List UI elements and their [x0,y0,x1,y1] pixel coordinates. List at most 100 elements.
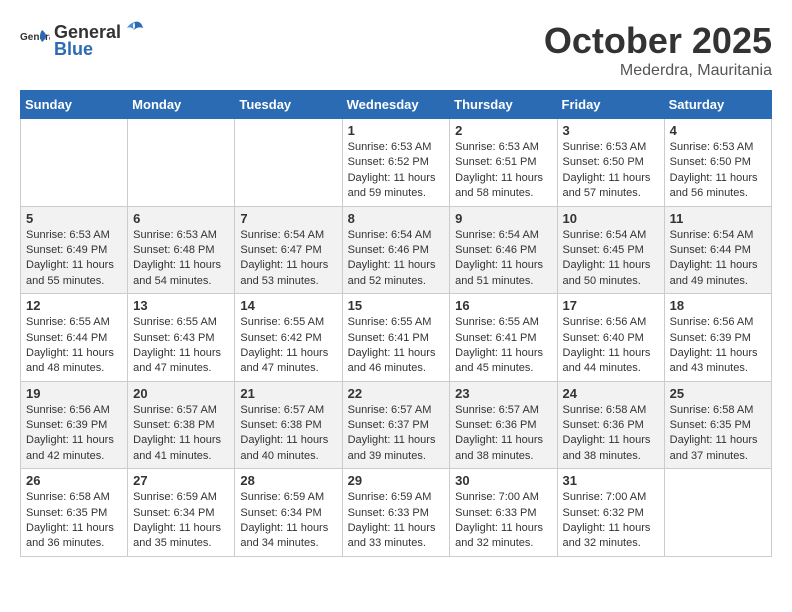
day-info: Sunrise: 6:53 AM Sunset: 6:48 PM Dayligh… [133,228,229,290]
day-info: Sunrise: 6:59 AM Sunset: 6:33 PM Dayligh… [348,490,445,552]
day-info: Sunrise: 6:53 AM Sunset: 6:49 PM Dayligh… [26,228,122,290]
day-info: Sunrise: 6:56 AM Sunset: 6:40 PM Dayligh… [563,315,659,377]
day-number: 3 [563,123,659,138]
weekday-header-monday: Monday [128,91,235,119]
day-number: 9 [455,211,551,226]
calendar-week-row: 5 Sunrise: 6:53 AM Sunset: 6:49 PM Daylig… [21,206,772,294]
day-number: 11 [670,211,766,226]
calendar-cell: 15Sunrise: 6:55 AM Sunset: 6:41 PM Dayli… [342,294,450,382]
day-number: 8 [348,211,445,226]
calendar-cell: 7 Sunrise: 6:54 AM Sunset: 6:47 PM Daylig… [235,206,342,294]
calendar-cell: 8 Sunrise: 6:54 AM Sunset: 6:46 PM Daylig… [342,206,450,294]
day-number: 12 [26,298,122,313]
title-block: October 2025 Mederdra, Mauritania [544,20,772,80]
calendar-cell: 25 Sunrise: 6:58 AM Sunset: 6:35 PM Dayli… [664,381,771,469]
calendar-cell: 4Sunrise: 6:53 AM Sunset: 6:50 PM Daylig… [664,119,771,207]
calendar-cell: 16 Sunrise: 6:55 AM Sunset: 6:41 PM Dayli… [450,294,557,382]
calendar-cell: 23 Sunrise: 6:57 AM Sunset: 6:36 PM Dayli… [450,381,557,469]
logo-icon: General [20,28,50,52]
day-info: Sunrise: 6:58 AM Sunset: 6:35 PM Dayligh… [670,403,766,465]
calendar-cell: 18Sunrise: 6:56 AM Sunset: 6:39 PM Dayli… [664,294,771,382]
calendar-cell: 30Sunrise: 7:00 AM Sunset: 6:33 PM Dayli… [450,469,557,557]
day-number: 1 [348,123,445,138]
weekday-header-sunday: Sunday [21,91,128,119]
calendar-cell: 14Sunrise: 6:55 AM Sunset: 6:42 PM Dayli… [235,294,342,382]
day-info: Sunrise: 6:54 AM Sunset: 6:46 PM Dayligh… [348,228,445,290]
calendar-cell: 31Sunrise: 7:00 AM Sunset: 6:32 PM Dayli… [557,469,664,557]
weekday-header-thursday: Thursday [450,91,557,119]
day-info: Sunrise: 6:59 AM Sunset: 6:34 PM Dayligh… [240,490,336,552]
day-number: 29 [348,473,445,488]
day-number: 26 [26,473,122,488]
day-info: Sunrise: 6:54 AM Sunset: 6:45 PM Dayligh… [563,228,659,290]
day-info: Sunrise: 6:57 AM Sunset: 6:37 PM Dayligh… [348,403,445,465]
day-info: Sunrise: 6:56 AM Sunset: 6:39 PM Dayligh… [26,403,122,465]
calendar-cell: 5 Sunrise: 6:53 AM Sunset: 6:49 PM Daylig… [21,206,128,294]
calendar-cell: 3 Sunrise: 6:53 AM Sunset: 6:50 PM Daylig… [557,119,664,207]
calendar-header-row: SundayMondayTuesdayWednesdayThursdayFrid… [21,91,772,119]
calendar-cell: 27Sunrise: 6:59 AM Sunset: 6:34 PM Dayli… [128,469,235,557]
calendar-week-row: 1 Sunrise: 6:53 AM Sunset: 6:52 PM Daylig… [21,119,772,207]
weekday-header-wednesday: Wednesday [342,91,450,119]
day-number: 25 [670,386,766,401]
calendar-cell: 22Sunrise: 6:57 AM Sunset: 6:37 PM Dayli… [342,381,450,469]
day-info: Sunrise: 6:54 AM Sunset: 6:46 PM Dayligh… [455,228,551,290]
calendar-cell: 28 Sunrise: 6:59 AM Sunset: 6:34 PM Dayli… [235,469,342,557]
page-header: General General Blue October 2025 Mederd… [20,20,772,80]
day-info: Sunrise: 6:57 AM Sunset: 6:36 PM Dayligh… [455,403,551,465]
day-number: 24 [563,386,659,401]
calendar-cell [664,469,771,557]
day-info: Sunrise: 7:00 AM Sunset: 6:33 PM Dayligh… [455,490,551,552]
calendar-cell: 21 Sunrise: 6:57 AM Sunset: 6:38 PM Dayli… [235,381,342,469]
day-info: Sunrise: 6:56 AM Sunset: 6:39 PM Dayligh… [670,315,766,377]
day-info: Sunrise: 6:57 AM Sunset: 6:38 PM Dayligh… [240,403,336,465]
day-number: 5 [26,211,122,226]
day-info: Sunrise: 6:55 AM Sunset: 6:41 PM Dayligh… [455,315,551,377]
day-number: 14 [240,298,336,313]
day-info: Sunrise: 6:57 AM Sunset: 6:38 PM Dayligh… [133,403,229,465]
day-number: 2 [455,123,551,138]
calendar-cell: 9 Sunrise: 6:54 AM Sunset: 6:46 PM Daylig… [450,206,557,294]
day-info: Sunrise: 6:53 AM Sunset: 6:50 PM Dayligh… [670,140,766,202]
day-info: Sunrise: 6:58 AM Sunset: 6:36 PM Dayligh… [563,403,659,465]
calendar-table: SundayMondayTuesdayWednesdayThursdayFrid… [20,90,772,557]
calendar-cell: 12 Sunrise: 6:55 AM Sunset: 6:44 PM Dayli… [21,294,128,382]
day-number: 13 [133,298,229,313]
day-info: Sunrise: 7:00 AM Sunset: 6:32 PM Dayligh… [563,490,659,552]
calendar-week-row: 12 Sunrise: 6:55 AM Sunset: 6:44 PM Dayli… [21,294,772,382]
day-info: Sunrise: 6:53 AM Sunset: 6:50 PM Dayligh… [563,140,659,202]
day-number: 16 [455,298,551,313]
day-info: Sunrise: 6:53 AM Sunset: 6:51 PM Dayligh… [455,140,551,202]
calendar-cell [235,119,342,207]
calendar-cell: 17 Sunrise: 6:56 AM Sunset: 6:40 PM Dayli… [557,294,664,382]
calendar-cell: 19Sunrise: 6:56 AM Sunset: 6:39 PM Dayli… [21,381,128,469]
day-number: 23 [455,386,551,401]
calendar-week-row: 19Sunrise: 6:56 AM Sunset: 6:39 PM Dayli… [21,381,772,469]
month-title: October 2025 [544,20,772,62]
location-title: Mederdra, Mauritania [544,62,772,80]
day-number: 17 [563,298,659,313]
calendar-cell: 1 Sunrise: 6:53 AM Sunset: 6:52 PM Daylig… [342,119,450,207]
calendar-cell: 26 Sunrise: 6:58 AM Sunset: 6:35 PM Dayli… [21,469,128,557]
calendar-cell: 10Sunrise: 6:54 AM Sunset: 6:45 PM Dayli… [557,206,664,294]
day-number: 21 [240,386,336,401]
day-info: Sunrise: 6:54 AM Sunset: 6:47 PM Dayligh… [240,228,336,290]
weekday-header-friday: Friday [557,91,664,119]
calendar-cell: 11 Sunrise: 6:54 AM Sunset: 6:44 PM Dayli… [664,206,771,294]
logo: General General Blue [20,20,145,60]
calendar-cell: 20Sunrise: 6:57 AM Sunset: 6:38 PM Dayli… [128,381,235,469]
day-info: Sunrise: 6:58 AM Sunset: 6:35 PM Dayligh… [26,490,122,552]
calendar-cell: 29 Sunrise: 6:59 AM Sunset: 6:33 PM Dayli… [342,469,450,557]
day-number: 6 [133,211,229,226]
calendar-cell: 2 Sunrise: 6:53 AM Sunset: 6:51 PM Daylig… [450,119,557,207]
day-info: Sunrise: 6:53 AM Sunset: 6:52 PM Dayligh… [348,140,445,202]
day-number: 28 [240,473,336,488]
day-info: Sunrise: 6:55 AM Sunset: 6:44 PM Dayligh… [26,315,122,377]
day-number: 7 [240,211,336,226]
calendar-week-row: 26 Sunrise: 6:58 AM Sunset: 6:35 PM Dayli… [21,469,772,557]
calendar-cell [21,119,128,207]
day-info: Sunrise: 6:54 AM Sunset: 6:44 PM Dayligh… [670,228,766,290]
day-number: 15 [348,298,445,313]
day-info: Sunrise: 6:59 AM Sunset: 6:34 PM Dayligh… [133,490,229,552]
calendar-cell [128,119,235,207]
